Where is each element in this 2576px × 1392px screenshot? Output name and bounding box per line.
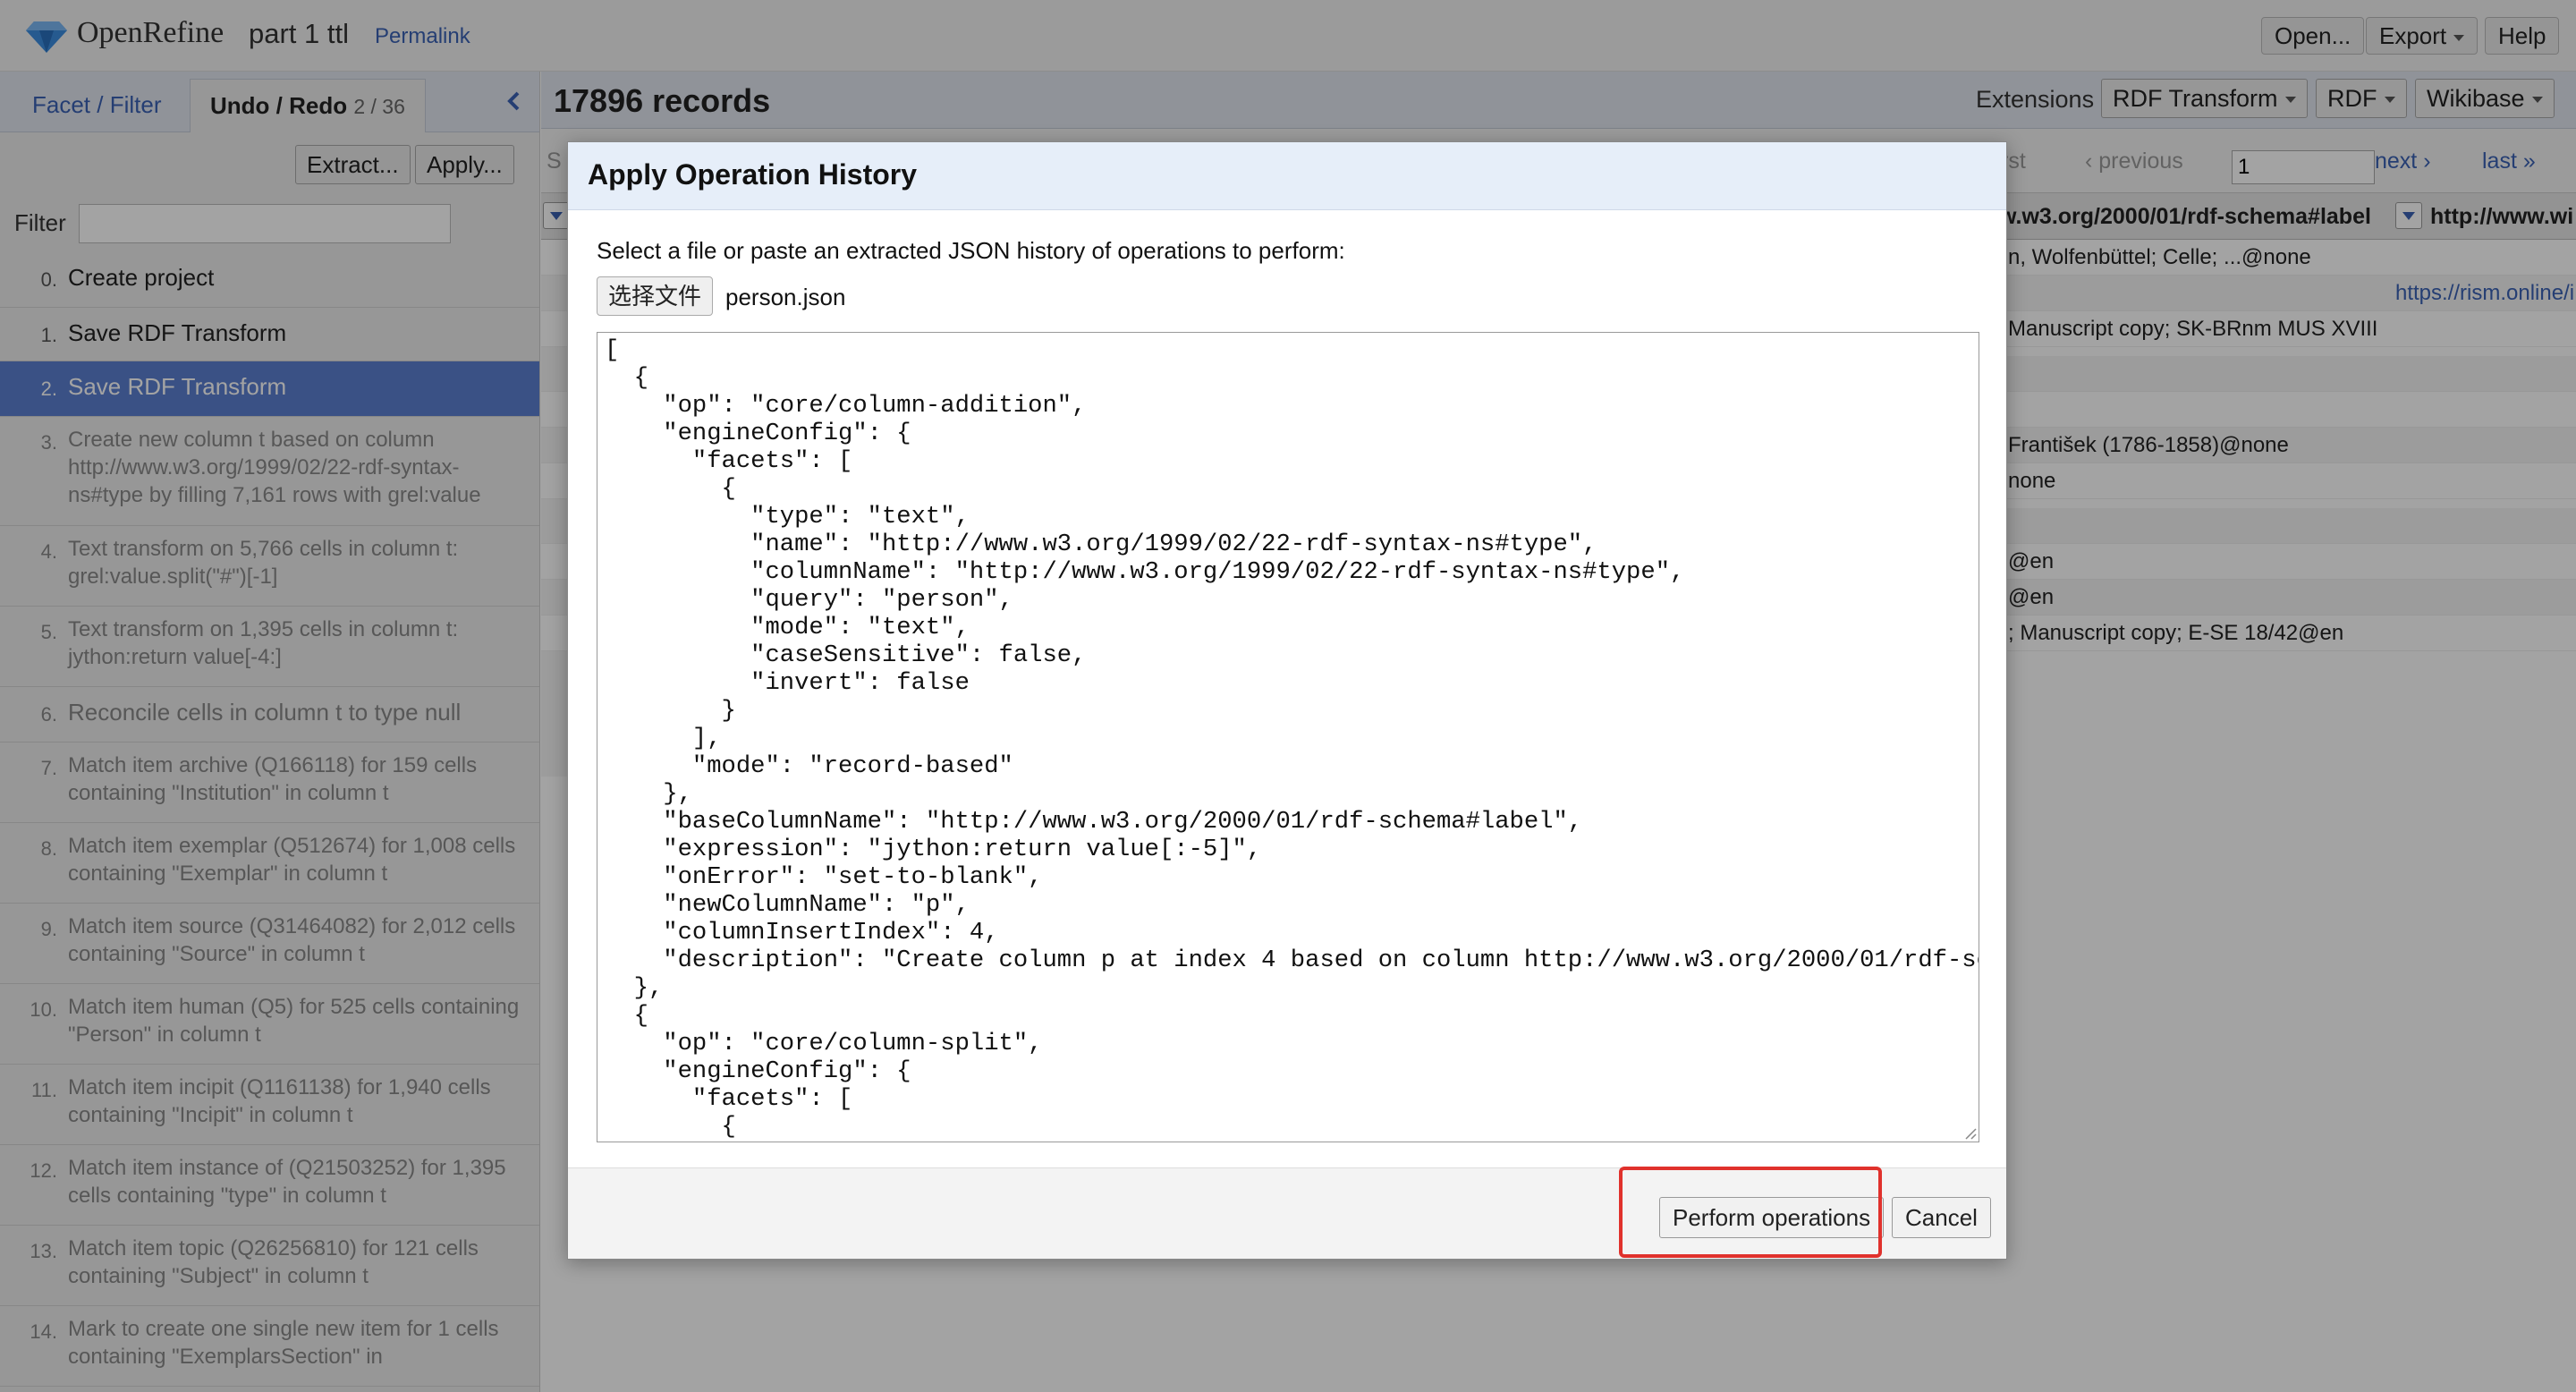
- selected-file-name: person.json: [725, 284, 846, 310]
- json-history-text: [ { "op": "core/column-addition", "engin…: [605, 336, 1979, 1141]
- dialog-title-bar: Apply Operation History: [568, 142, 2006, 210]
- dialog-instructions: Select a file or paste an extracted JSON…: [597, 237, 1345, 264]
- resize-grip-icon[interactable]: [1962, 1125, 1977, 1140]
- dialog-title: Apply Operation History: [588, 158, 918, 191]
- apply-operation-history-dialog: Apply Operation History Select a file or…: [567, 141, 2007, 1260]
- perform-button-highlight-box: [1619, 1167, 1882, 1258]
- choose-file-button[interactable]: 选择文件: [597, 276, 714, 316]
- choose-file-label: 选择文件: [608, 283, 702, 310]
- cancel-button-label: Cancel: [1905, 1204, 1978, 1231]
- json-history-textarea[interactable]: [ { "op": "core/column-addition", "engin…: [597, 332, 1979, 1142]
- cancel-button[interactable]: Cancel: [1892, 1197, 1991, 1238]
